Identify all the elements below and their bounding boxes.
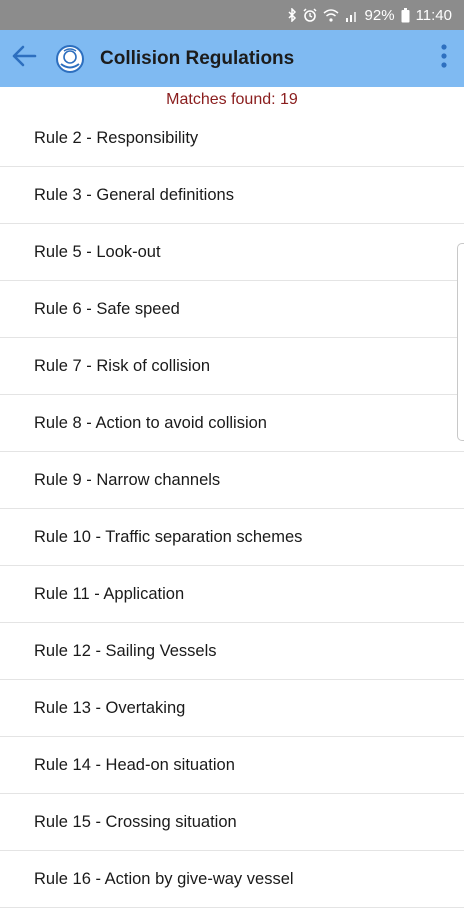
status-bar: 92% 11:40 [0,0,464,30]
list-item[interactable]: Rule 9 - Narrow channels [0,452,464,509]
list-item[interactable]: Rule 12 - Sailing Vessels [0,623,464,680]
overflow-menu-button[interactable] [424,37,464,81]
list-item[interactable]: Rule 15 - Crossing situation [0,794,464,851]
more-vert-icon [441,44,447,73]
list-item[interactable]: Rule 5 - Look-out [0,224,464,281]
list-item[interactable]: Rule 6 - Safe speed [0,281,464,338]
battery-icon [401,7,410,23]
list-item[interactable]: Rule 11 - Application [0,566,464,623]
back-button[interactable] [2,37,46,81]
list-item[interactable]: Rule 7 - Risk of collision [0,338,464,395]
page-title: Collision Regulations [100,47,295,69]
rules-list: Rule 2 - Responsibility Rule 3 - General… [0,110,464,908]
bluetooth-icon [287,8,297,22]
list-item[interactable]: Rule 8 - Action to avoid collision [0,395,464,452]
clock-time: 11:40 [415,6,452,24]
signal-icon [345,9,359,22]
imo-logo-icon [54,43,86,75]
battery-percent: 92% [364,6,395,24]
list-item[interactable]: Rule 13 - Overtaking [0,680,464,737]
list-item[interactable]: Rule 3 - General definitions [0,167,464,224]
wifi-icon [323,8,339,22]
app-bar: Collision Regulations [0,30,464,87]
arrow-left-icon [11,45,37,72]
alarm-icon [303,8,317,22]
list-item[interactable]: Rule 14 - Head-on situation [0,737,464,794]
list-item[interactable]: Rule 2 - Responsibility [0,110,464,167]
scrollbar-thumb[interactable] [457,243,464,441]
list-item[interactable]: Rule 16 - Action by give-way vessel [0,851,464,908]
list-item[interactable]: Rule 10 - Traffic separation schemes [0,509,464,566]
